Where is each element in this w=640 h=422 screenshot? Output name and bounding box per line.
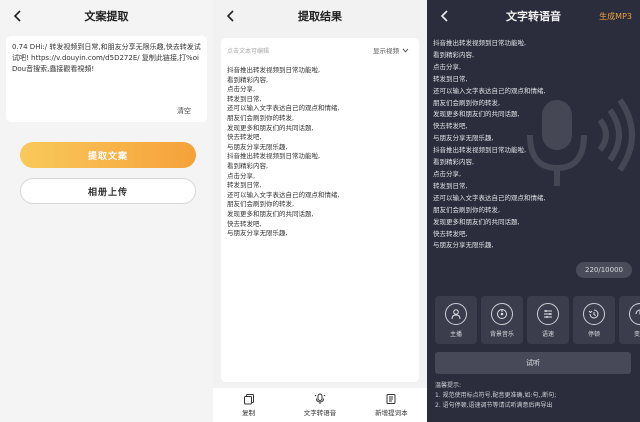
music-icon — [491, 302, 513, 325]
anchor-icon — [445, 302, 467, 325]
text-line: 还可以输入文字表达自己的观点和情绪, — [433, 86, 546, 95]
speed-icon — [537, 302, 559, 325]
text-line: 抖音推出转发视频到日常功能啦, — [227, 66, 321, 74]
text-line: 朋友们会刷到你的转发, — [227, 113, 295, 122]
text-line: 看到精彩内容, — [227, 161, 269, 170]
text-line: 发现更多和朋友们的共同话题, — [433, 110, 520, 119]
voice-icon — [314, 393, 326, 404]
text-line: 抖音推出转发视频到日常功能啦, — [433, 39, 527, 47]
text-line: 快去转发吧, — [433, 229, 468, 238]
text-to-speech-screen: 文字转语音 生成MP3 抖音推出转发视频到日常功能啦, 看到精彩内容, 点击分享, 转… — [427, 0, 640, 422]
voice-change-icon — [629, 302, 640, 325]
text-line: 快去转发吧, — [433, 122, 468, 131]
text-line: 快去转发吧, — [227, 133, 262, 142]
text-line: 转发到日常, — [433, 181, 468, 190]
tool-pause-label: 停顿 — [587, 330, 600, 338]
edit-hint: 点击文本可编辑 — [227, 48, 270, 55]
text-line: 看到精彩内容, — [227, 75, 269, 84]
text-to-speech-label: 文字转语音 — [303, 409, 337, 417]
tool-anchor-label: 主播 — [449, 330, 462, 338]
back-icon[interactable] — [221, 6, 241, 26]
clear-button[interactable]: 清空 — [177, 106, 191, 116]
top-bar: 提取结果 — [213, 0, 427, 32]
text-line: 发现更多和朋友们的共同话题, — [227, 209, 314, 218]
text-line: 看到精彩内容, — [433, 50, 475, 59]
copy-icon — [243, 394, 254, 405]
text-to-speech-button[interactable]: 文字转语音 — [284, 388, 355, 422]
tool-music[interactable]: 背景音乐 — [481, 296, 523, 344]
text-line: 转发到日常, — [433, 74, 468, 83]
text-extract-screen: 文案提取 0.74 DHi:/ 转发视频到日常,和朋友分享无限乐趣,快去转发试试… — [0, 0, 213, 422]
tips-title: 温馨提示: — [435, 382, 462, 389]
back-icon[interactable] — [8, 6, 28, 26]
show-video-label: 显示视频 — [373, 47, 399, 55]
text-line: 还可以输入文字表达自己的观点和情绪, — [433, 193, 546, 202]
bottom-action-bar: 复制 文字转语音 新增提词本 — [213, 388, 427, 422]
text-line: 与朋友分享无限乐趣, — [227, 229, 288, 238]
new-prompter-button[interactable]: 新增提词本 — [356, 388, 427, 422]
tool-speed[interactable]: 语速 — [527, 296, 569, 344]
text-line: 转发到日常, — [227, 94, 262, 103]
char-counter: 220/10000 — [576, 262, 632, 278]
new-prompter-label: 新增提词本 — [375, 409, 408, 417]
tool-voice-change-label: 变音 — [633, 330, 640, 338]
tool-speed-label: 语速 — [541, 330, 554, 338]
speech-text[interactable]: 抖音推出转发视频到日常功能啦, 看到精彩内容, 点击分享, 转发到日常, 还可以输入文字… — [433, 38, 634, 252]
copy-label: 复制 — [242, 409, 256, 417]
text-line: 点击分享, — [227, 171, 256, 180]
text-line: 还可以输入文字表达自己的观点和情绪, — [227, 104, 340, 113]
text-line: 快去转发吧, — [227, 219, 262, 228]
preview-button[interactable]: 试听 — [435, 352, 631, 374]
page-title: 文字转语音 — [506, 10, 561, 23]
tip-line: 2. 语句停顿,语速调节等请试听满意后再导出 — [435, 402, 553, 409]
show-video-toggle[interactable]: 显示视频 — [373, 45, 409, 55]
tool-pause[interactable]: 停顿 — [573, 296, 615, 344]
chevron-down-icon — [402, 48, 409, 53]
album-upload-button[interactable]: 相册上传 — [20, 178, 196, 204]
generate-mp3-button[interactable]: 生成MP3 — [599, 11, 632, 22]
text-line: 朋友们会刷到你的转发, — [433, 205, 501, 214]
tool-music-label: 背景音乐 — [489, 330, 514, 338]
notebook-icon — [386, 394, 396, 404]
top-bar: 文案提取 — [0, 0, 213, 32]
pause-icon — [583, 302, 605, 325]
result-text-card[interactable]: 点击文本可编辑 显示视频 抖音推出转发视频到日常功能啦, 看到精彩内容, 点击分享,… — [221, 38, 419, 382]
text-line: 与朋友分享无限乐趣, — [433, 241, 494, 250]
text-line: 还可以输入文字表达自己的观点和情绪, — [227, 190, 340, 199]
text-line: 发现更多和朋友们的共同话题, — [433, 217, 520, 226]
back-icon[interactable] — [435, 6, 455, 26]
tool-voice-change[interactable]: 变音 — [619, 296, 640, 344]
text-line: 与朋友分享无限乐趣, — [433, 134, 494, 143]
text-line: 点击分享, — [433, 169, 462, 178]
text-line: 抖音推出转发视频到日常功能啦, — [227, 152, 321, 161]
text-line: 看到精彩内容, — [433, 158, 475, 167]
text-line: 点击分享, — [227, 85, 256, 94]
link-input-card[interactable]: 0.74 DHi:/ 转发视频到日常,和朋友分享无限乐趣,快去转发试试吧! ht… — [6, 36, 207, 122]
extract-result-screen: 提取结果 点击文本可编辑 显示视频 抖音推出转发视频到日常功能啦, 看到精彩内容,… — [213, 0, 427, 422]
link-input-text[interactable]: 0.74 DHi:/ 转发视频到日常,和朋友分享无限乐趣,快去转发试试吧! ht… — [12, 42, 201, 75]
result-text[interactable]: 抖音推出转发视频到日常功能啦, 看到精彩内容, 点击分享, 转发到日常, 还可以输入文字… — [227, 66, 413, 239]
tips: 温馨提示: 1. 规范使用标点符号,配音更准确,如:句,,断句; 2. 语句停顿… — [435, 381, 556, 411]
tool-anchor[interactable]: 主播 — [435, 296, 477, 344]
extract-button[interactable]: 提取文案 — [20, 142, 196, 168]
voice-tools: 主播 背景音乐 语速 停顿 变音 — [435, 296, 640, 344]
page-title: 提取结果 — [298, 10, 342, 23]
text-line: 转发到日常, — [227, 181, 262, 190]
text-line: 抖音推出转发视频到日常功能啦, — [433, 146, 527, 155]
copy-button[interactable]: 复制 — [213, 388, 284, 422]
text-line: 点击分享, — [433, 62, 462, 71]
text-line: 与朋友分享无限乐趣, — [227, 142, 288, 151]
page-title: 文案提取 — [84, 10, 129, 23]
text-line: 发现更多和朋友们的共同话题, — [227, 123, 314, 132]
top-bar: 文字转语音 生成MP3 — [427, 0, 640, 32]
text-line: 朋友们会刷到你的转发, — [433, 98, 501, 107]
tip-line: 1. 规范使用标点符号,配音更准确,如:句,,断句; — [435, 392, 557, 399]
text-line: 朋友们会刷到你的转发, — [227, 200, 295, 209]
